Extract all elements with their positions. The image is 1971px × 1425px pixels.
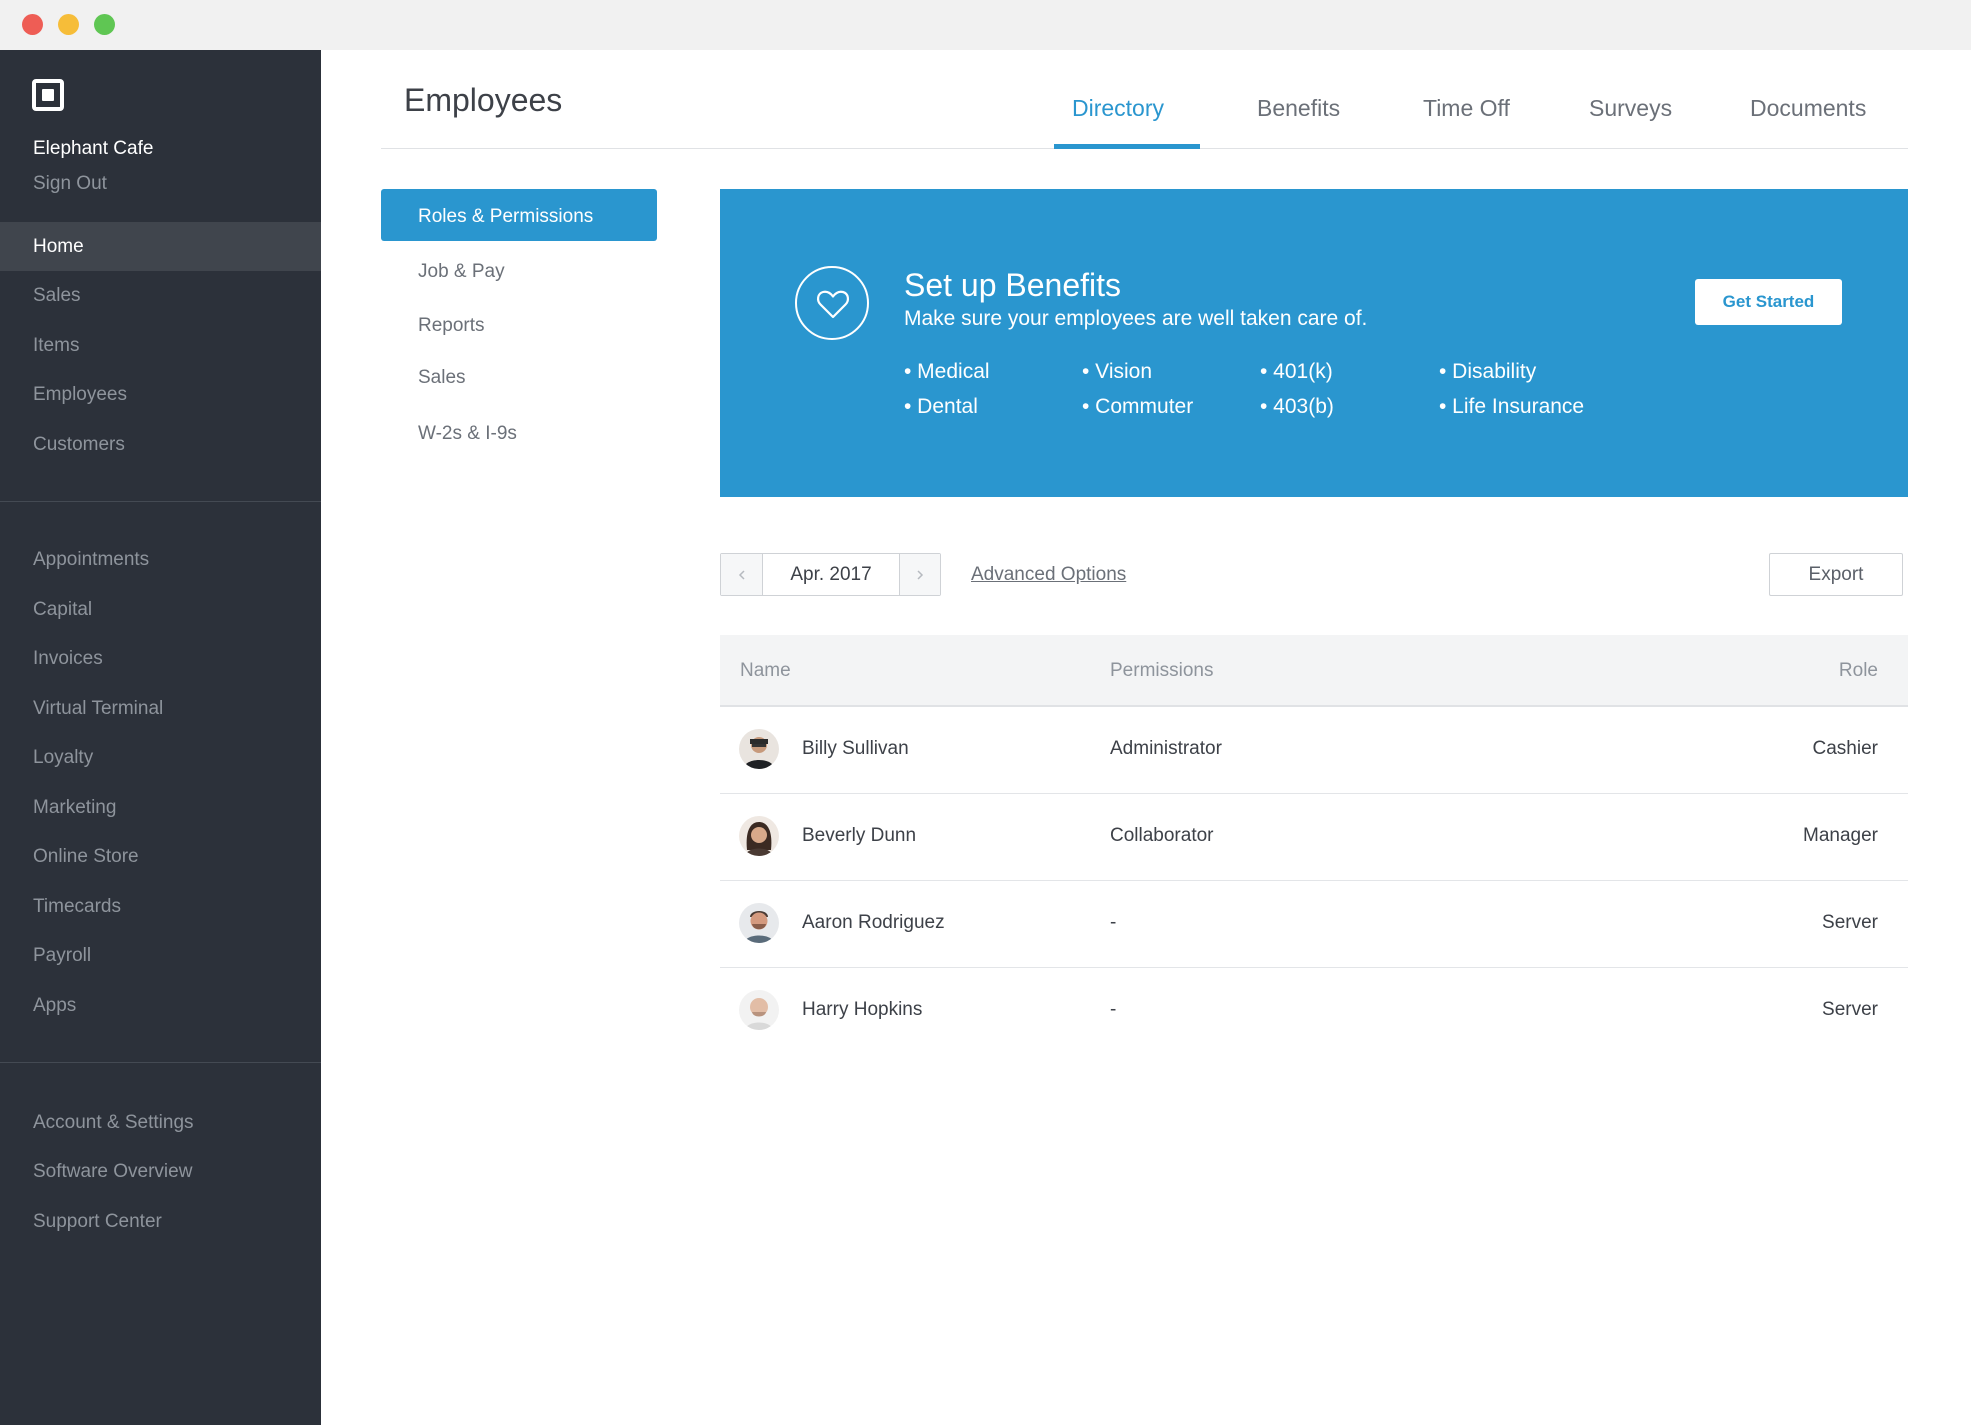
sidebar-item-payroll[interactable]: Payroll <box>33 945 91 967</box>
sidebar-item-items[interactable]: Items <box>33 335 79 357</box>
tab-time-off[interactable]: Time Off <box>1423 95 1510 122</box>
benefit-item: • Life Insurance <box>1439 395 1585 418</box>
date-label[interactable]: Apr. 2017 <box>763 554 899 595</box>
avatar <box>739 729 779 769</box>
benefit-item: • Commuter <box>1082 395 1194 418</box>
sidebar-item-invoices[interactable]: Invoices <box>33 648 103 670</box>
benefit-item: • 403(b) <box>1260 395 1334 418</box>
page-title: Employees <box>404 82 563 118</box>
submenu-item-job-pay[interactable]: Job & Pay <box>418 261 505 283</box>
column-header-permissions[interactable]: Permissions <box>1110 660 1213 682</box>
heart-icon <box>795 266 869 340</box>
benefit-item: • Vision <box>1082 360 1153 383</box>
benefit-item: • Disability <box>1439 360 1537 383</box>
tab-documents[interactable]: Documents <box>1750 95 1866 122</box>
close-window-button[interactable] <box>22 14 43 35</box>
banner-subtitle: Make sure your employees are well taken … <box>904 307 1368 330</box>
employee-name: Harry Hopkins <box>802 999 923 1020</box>
employee-role: Manager <box>1803 825 1878 846</box>
advanced-options-link[interactable]: Advanced Options <box>971 564 1126 586</box>
sidebar-item-marketing[interactable]: Marketing <box>33 797 116 819</box>
active-tab-indicator <box>1054 144 1200 149</box>
sidebar-item-employees[interactable]: Employees <box>33 384 127 406</box>
sidebar-item-virtual-terminal[interactable]: Virtual Terminal <box>33 698 163 720</box>
banner-title: Set up Benefits <box>904 267 1122 303</box>
sidebar-divider <box>0 1062 321 1063</box>
sidebar-item-timecards[interactable]: Timecards <box>33 896 121 918</box>
avatar <box>739 990 779 1030</box>
tab-directory[interactable]: Directory <box>1072 95 1164 122</box>
benefit-item: • Dental <box>904 395 978 418</box>
avatar <box>739 816 779 856</box>
table-row[interactable]: Aaron Rodriguez - Server <box>720 881 1908 968</box>
sidebar-item-support-center[interactable]: Support Center <box>33 1211 162 1233</box>
employee-name: Aaron Rodriguez <box>802 912 945 933</box>
sidebar-item-online-store[interactable]: Online Store <box>33 846 139 868</box>
sidebar-item-sales[interactable]: Sales <box>33 285 81 307</box>
avatar <box>739 903 779 943</box>
chevron-right-icon <box>917 569 924 580</box>
column-header-name[interactable]: Name <box>740 660 791 682</box>
sidebar-item-account-settings[interactable]: Account & Settings <box>33 1112 194 1134</box>
employee-role: Server <box>1822 999 1878 1020</box>
employee-permissions: - <box>1110 912 1117 933</box>
employee-permissions: Collaborator <box>1110 825 1214 846</box>
table-row[interactable]: Beverly Dunn Collaborator Manager <box>720 794 1908 881</box>
submenu-item-sales[interactable]: Sales <box>418 367 466 389</box>
table-row[interactable]: Harry Hopkins - Server <box>720 968 1908 1055</box>
submenu-item-w2s-i9s[interactable]: W-2s & I-9s <box>418 423 517 445</box>
sidebar-item-apps[interactable]: Apps <box>33 995 76 1017</box>
submenu-label-roles-permissions[interactable]: Roles & Permissions <box>418 206 593 228</box>
tab-surveys[interactable]: Surveys <box>1589 95 1672 122</box>
chevron-left-icon <box>738 569 745 580</box>
get-started-button[interactable]: Get Started <box>1695 279 1842 325</box>
sidebar: Elephant Cafe Sign Out Home Sales Items … <box>0 50 321 1425</box>
sidebar-item-home[interactable]: Home <box>33 236 84 258</box>
export-button[interactable]: Export <box>1769 553 1903 596</box>
employee-permissions: Administrator <box>1110 738 1222 759</box>
employee-name: Beverly Dunn <box>802 825 917 846</box>
maximize-window-button[interactable] <box>94 14 115 35</box>
sidebar-item-appointments[interactable]: Appointments <box>33 549 149 571</box>
benefits-banner: Set up Benefits Make sure your employees… <box>720 189 1908 497</box>
business-name: Elephant Cafe <box>33 138 154 159</box>
square-logo-icon[interactable] <box>32 79 64 111</box>
benefit-item: • Medical <box>904 360 990 383</box>
employee-name: Billy Sullivan <box>802 738 909 759</box>
sidebar-divider <box>0 501 321 502</box>
table-header: Name Permissions Role <box>720 635 1908 707</box>
sidebar-item-capital[interactable]: Capital <box>33 599 92 621</box>
submenu-item-reports[interactable]: Reports <box>418 315 485 337</box>
employee-permissions: - <box>1110 999 1117 1020</box>
column-header-role[interactable]: Role <box>1839 660 1878 682</box>
window-titlebar <box>0 0 1971 50</box>
previous-month-button[interactable] <box>721 554 763 595</box>
tab-benefits[interactable]: Benefits <box>1257 95 1340 122</box>
sidebar-item-customers[interactable]: Customers <box>33 434 125 456</box>
sidebar-item-software-overview[interactable]: Software Overview <box>33 1161 192 1183</box>
sidebar-item-loyalty[interactable]: Loyalty <box>33 747 93 769</box>
table-row[interactable]: Billy Sullivan Administrator Cashier <box>720 707 1908 794</box>
next-month-button[interactable] <box>899 554 940 595</box>
sign-out-link[interactable]: Sign Out <box>33 173 107 195</box>
benefit-item: • 401(k) <box>1260 360 1333 383</box>
date-picker: Apr. 2017 <box>720 553 941 596</box>
employee-role: Server <box>1822 912 1878 933</box>
employee-role: Cashier <box>1812 738 1878 759</box>
minimize-window-button[interactable] <box>58 14 79 35</box>
